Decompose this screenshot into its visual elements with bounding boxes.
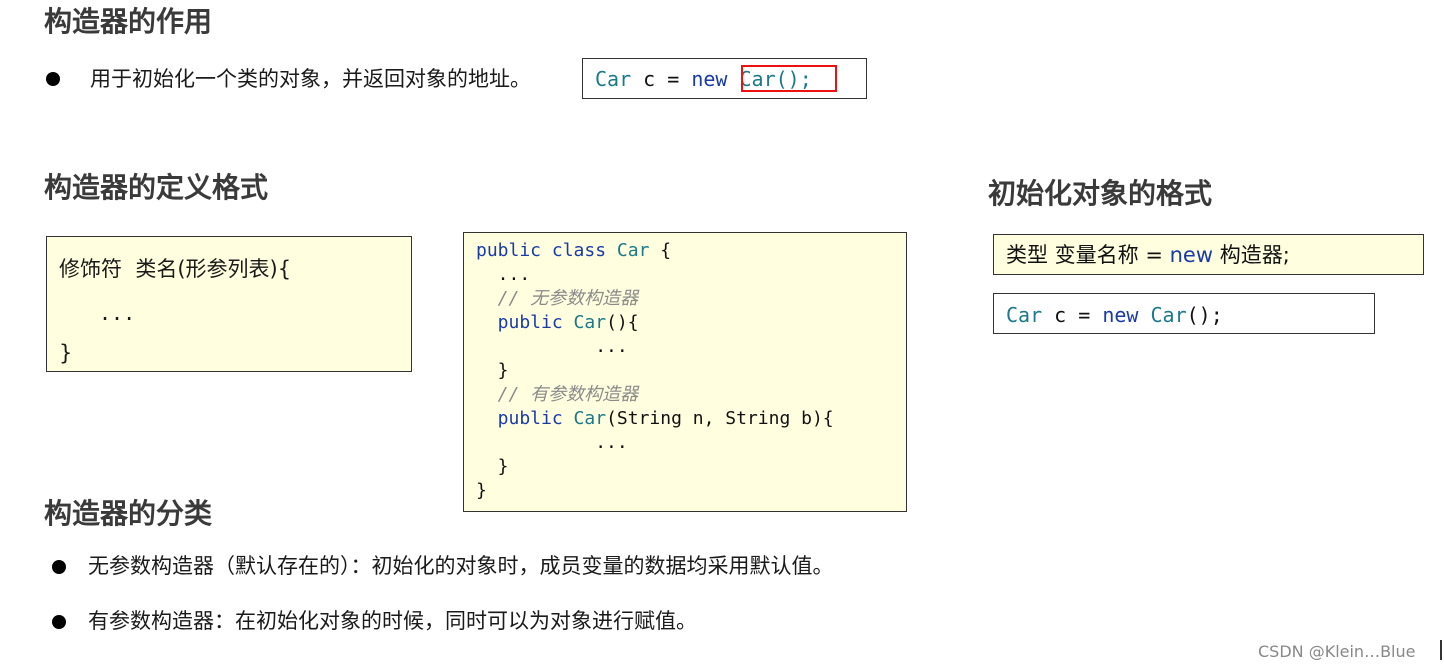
code-comment-line: // 有参数构造器 [476, 384, 639, 405]
classification-bullet-2: 有参数构造器：在初始化对象的时候，同时可以为对象进行赋值。 [88, 609, 697, 633]
code-line: } [476, 480, 487, 501]
code-example-box: public class Car { ... // 无参数构造器 public … [463, 232, 907, 512]
init-format-box: 类型 变量名称 = new 构造器; [993, 234, 1424, 275]
bullet-dot [52, 560, 66, 574]
code-var-name: c = [631, 67, 692, 91]
constructor-highlight-box [741, 65, 837, 92]
code-line: public class Car { [476, 240, 672, 261]
classification-bullet-1: 无参数构造器（默认存在的）：初始化的对象时，成员变量的数据均采用默认值。 [88, 554, 834, 578]
init-example-box: Car c = new Car(); [993, 293, 1375, 334]
code-line: ... [476, 432, 628, 453]
section-heading-definition: 构造器的定义格式 [44, 171, 269, 204]
code-type-name: Car [595, 67, 632, 91]
section-heading-classification: 构造器的分类 [44, 497, 213, 530]
section-heading-purpose: 构造器的作用 [44, 5, 213, 38]
purpose-bullet-text: 用于初始化一个类的对象，并返回对象的地址。 [90, 67, 531, 91]
purpose-code-box: Car c = new Car(); [582, 58, 867, 99]
format-line-2: ... [99, 301, 136, 325]
init-example-code: Car c = new Car(); [1006, 303, 1223, 327]
format-line-1: 修饰符 类名(形参列表){ [59, 257, 292, 281]
bullet-dot [46, 72, 60, 86]
bullet-dot [52, 615, 66, 629]
init-format-text: 类型 变量名称 = new 构造器; [1006, 243, 1290, 267]
text-cursor [1440, 640, 1442, 660]
code-comment-line: // 无参数构造器 [476, 288, 639, 309]
code-new-keyword: new [691, 67, 728, 91]
code-line: public Car(){ [476, 312, 639, 333]
code-line: ... [476, 336, 628, 357]
format-line-3: } [59, 341, 73, 365]
section-heading-init-format: 初始化对象的格式 [988, 177, 1213, 210]
code-line: } [476, 360, 509, 381]
csdn-watermark: CSDN @Klein…Blue [1258, 642, 1416, 661]
definition-format-box: 修饰符 类名(形参列表){ ... } [46, 236, 412, 372]
code-line: public Car(String n, String b){ [476, 408, 834, 429]
code-line: } [476, 456, 509, 477]
code-line: ... [476, 264, 531, 285]
